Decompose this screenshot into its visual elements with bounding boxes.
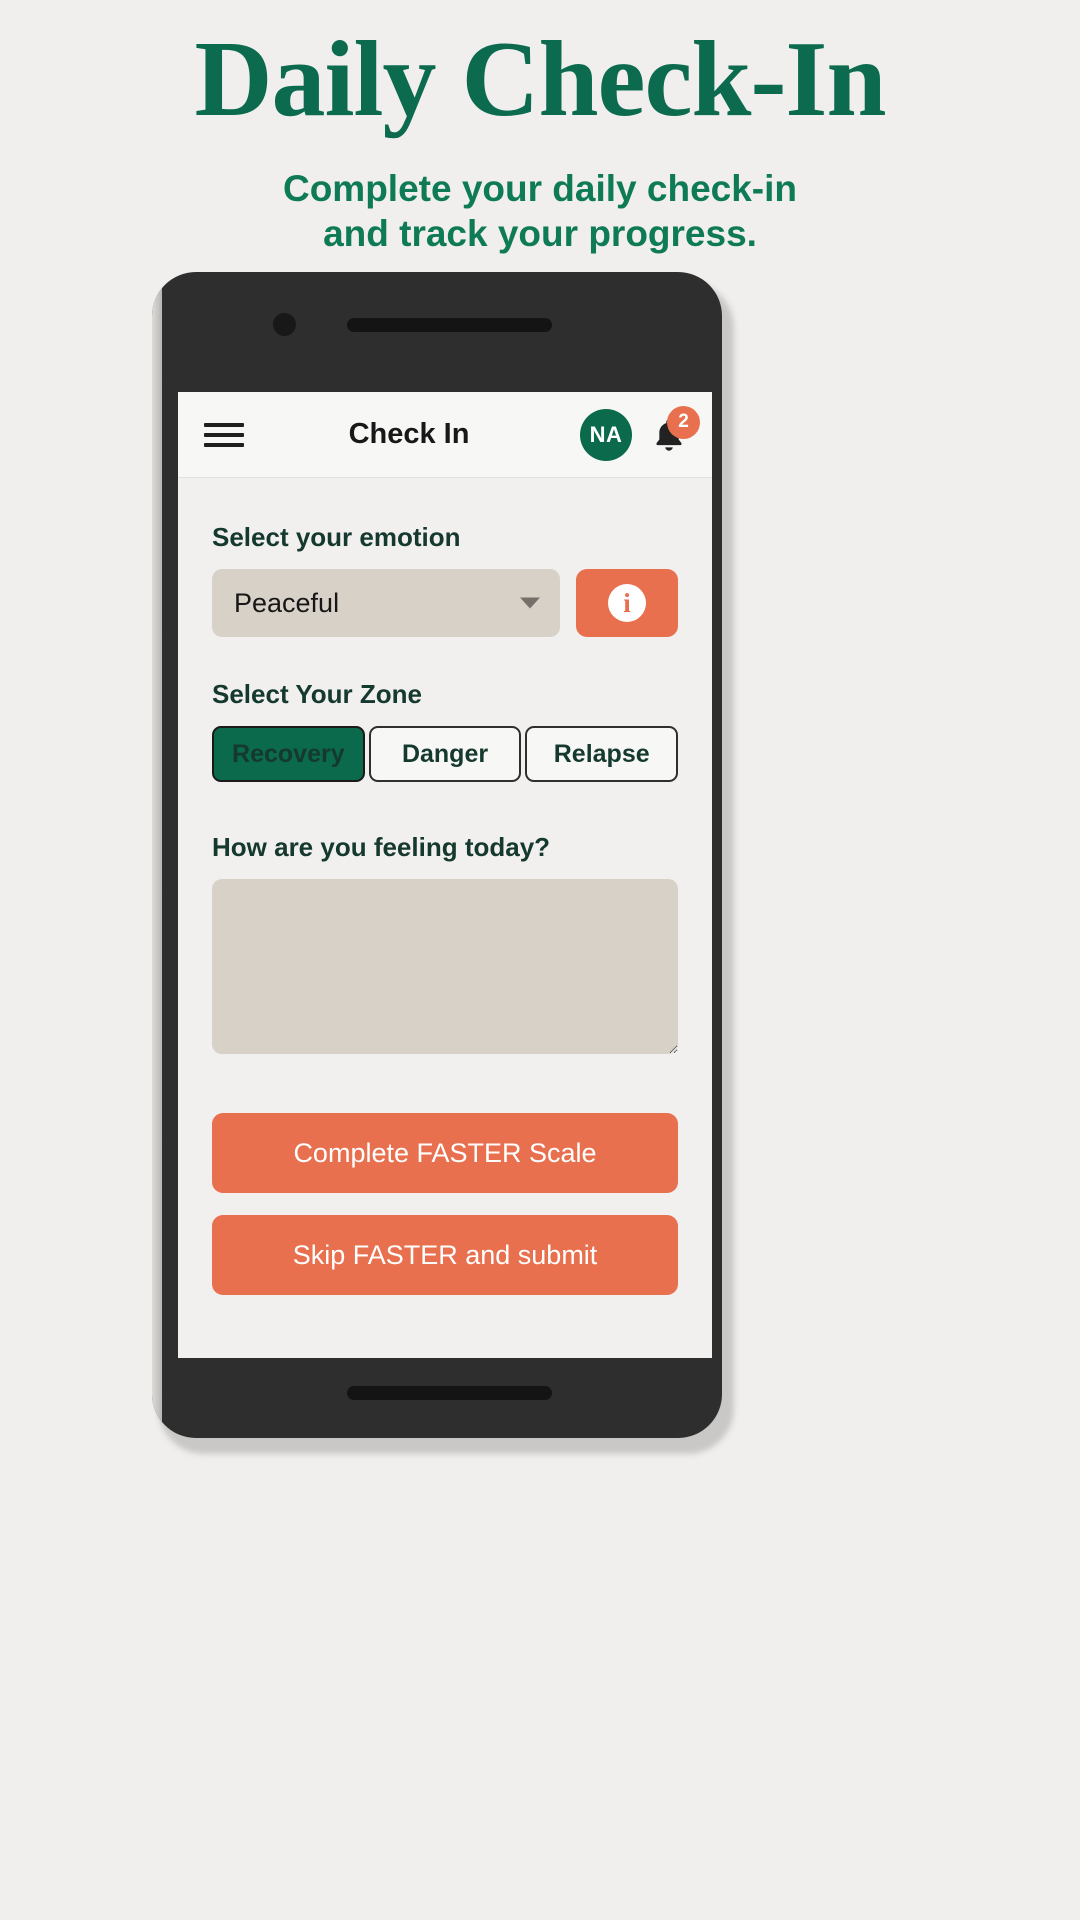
phone-mockup: Check In NA 2 Select your emotion Peacef… (152, 272, 734, 1454)
notification-button[interactable]: 2 (644, 405, 700, 462)
app-screen: Check In NA 2 Select your emotion Peacef… (178, 392, 712, 1358)
page-subtitle-line-2: and track your progress. (323, 213, 757, 255)
emotion-select[interactable]: Peaceful (212, 569, 560, 637)
page-subtitle: Complete your daily check-in and track y… (0, 166, 1080, 256)
zone-option-danger[interactable]: Danger (368, 726, 522, 782)
app-bar-actions: NA 2 (580, 405, 700, 462)
page-title: Daily Check-In (194, 20, 886, 139)
app-bar-title: Check In (348, 418, 470, 450)
page-root: Daily Check-In Complete your daily check… (0, 0, 1080, 1920)
notification-badge: 2 (667, 405, 700, 439)
hero-section: Daily Check-In Complete your daily check… (0, 0, 1080, 256)
feelings-textarea[interactable] (212, 879, 678, 1054)
emotion-row: Peaceful i (212, 569, 678, 637)
home-indicator (347, 1386, 552, 1400)
phone-body: Check In NA 2 Select your emotion Peacef… (152, 272, 722, 1438)
emotion-label: Select your emotion (212, 522, 461, 552)
complete-faster-scale-button[interactable]: Complete FASTER Scale (212, 1113, 678, 1193)
camera-icon (273, 313, 296, 336)
chevron-down-icon (520, 597, 540, 609)
emotion-selected-value: Peaceful (234, 587, 340, 618)
zone-label: Select Your Zone (212, 679, 422, 709)
zone-selector: Recovery Danger Relapse (212, 726, 679, 782)
emotion-info-button[interactable]: i (576, 569, 678, 637)
feelings-label: How are you feeling today? (212, 832, 551, 862)
avatar[interactable]: NA (580, 408, 632, 461)
speaker-grill (347, 318, 552, 332)
page-subtitle-line-1: Complete your daily check-in (282, 168, 798, 209)
skip-faster-submit-button[interactable]: Skip FASTER and submit (212, 1215, 678, 1295)
info-icon: i (608, 584, 646, 622)
zone-option-relapse[interactable]: Relapse (525, 726, 679, 782)
zone-option-recovery[interactable]: Recovery (212, 726, 365, 782)
phone-side-edge (152, 284, 162, 1424)
screen-content: Select your emotion Peaceful i Select Yo… (178, 478, 712, 1295)
app-bar: Check In NA 2 (178, 392, 712, 478)
